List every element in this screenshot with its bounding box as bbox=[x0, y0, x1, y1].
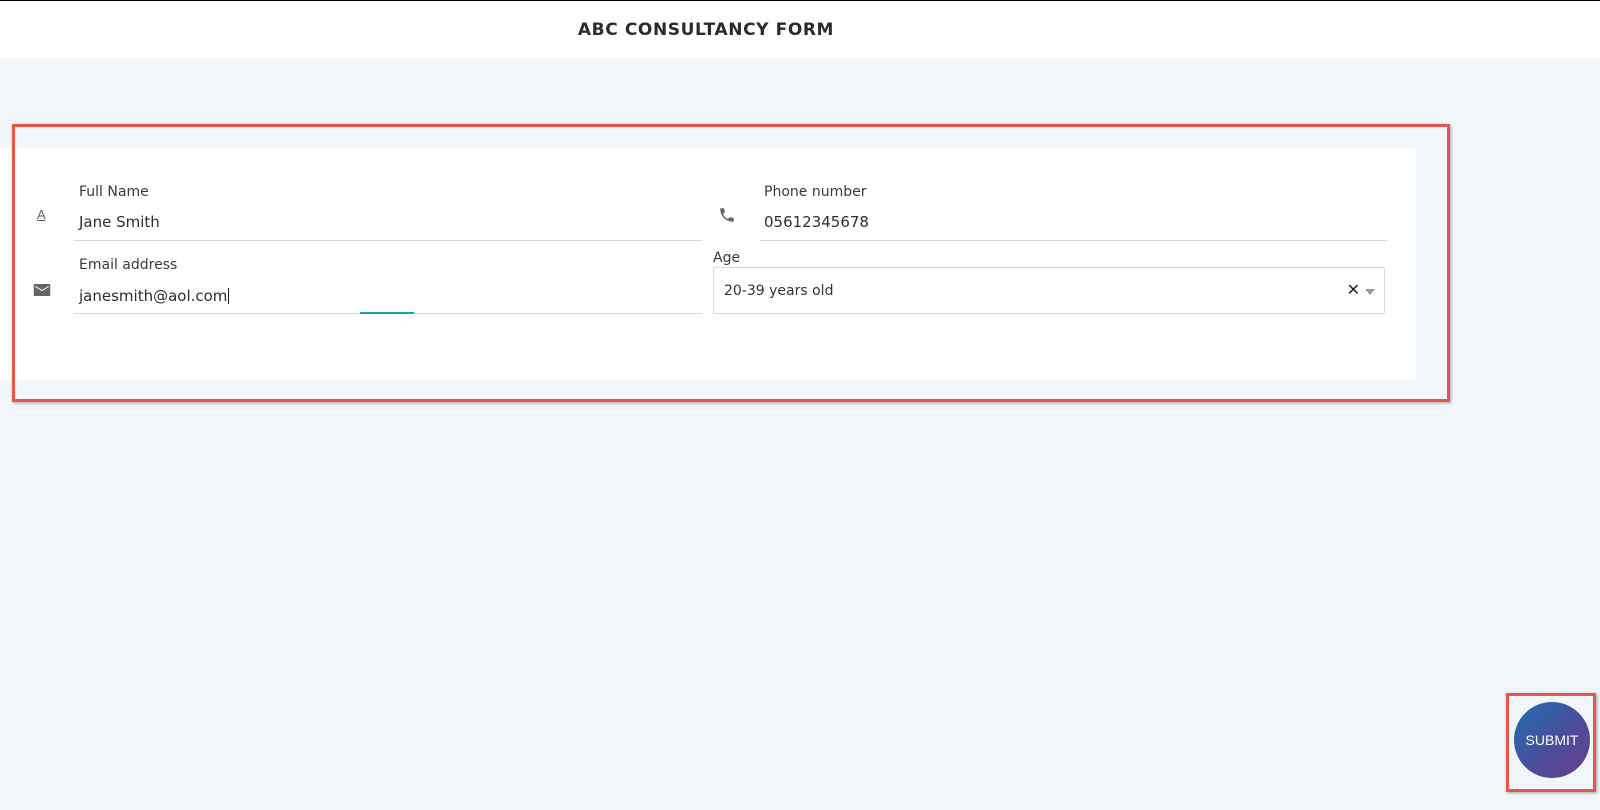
submit-highlight-box bbox=[1506, 693, 1596, 792]
page-header: ABC CONSULTANCY FORM bbox=[0, 1, 1600, 58]
form-highlight-box bbox=[12, 124, 1450, 402]
page-title: ABC CONSULTANCY FORM bbox=[577, 20, 835, 40]
